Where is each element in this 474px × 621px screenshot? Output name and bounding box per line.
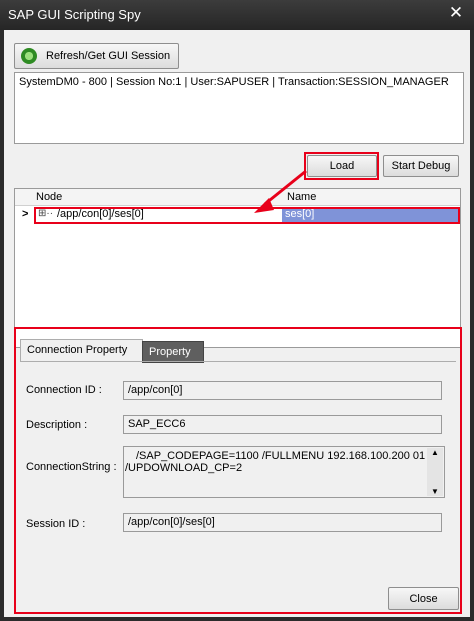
tab-connection-property[interactable]: Connection Property bbox=[20, 339, 143, 362]
session-id-field[interactable]: /app/con[0]/ses[0] bbox=[123, 513, 442, 532]
scroll-up-icon[interactable]: ▲ bbox=[431, 448, 439, 457]
connection-string-field[interactable]: /SAP_CODEPAGE=1100 /FULLMENU 192.168.100… bbox=[123, 446, 445, 498]
title-bar: SAP GUI Scripting Spy ✕ bbox=[0, 0, 474, 30]
connection-string-label: ConnectionString : bbox=[26, 461, 117, 473]
connection-id-label: Connection ID : bbox=[26, 384, 102, 396]
close-icon[interactable]: ✕ bbox=[448, 4, 464, 21]
tab-page: Connection ID : /app/con[0] Description … bbox=[20, 361, 456, 607]
connection-id-field[interactable]: /app/con[0] bbox=[123, 381, 442, 400]
close-button[interactable]: Close bbox=[388, 587, 459, 610]
session-id-label: Session ID : bbox=[26, 518, 86, 530]
tab-property[interactable]: Property bbox=[142, 341, 204, 363]
client-area: Refresh/Get GUI Session SystemDM0 - 800 … bbox=[4, 30, 470, 617]
vertical-scrollbar[interactable]: ▲ ▼ bbox=[427, 448, 443, 496]
window-title: SAP GUI Scripting Spy bbox=[8, 7, 141, 22]
app-window: SAP GUI Scripting Spy ✕ Refresh/Get GUI … bbox=[0, 0, 474, 621]
description-field[interactable]: SAP_ECC6 bbox=[123, 415, 442, 434]
scroll-down-icon[interactable]: ▼ bbox=[431, 487, 439, 496]
description-label: Description : bbox=[26, 419, 88, 431]
property-panel: Connection Property Property Connection … bbox=[14, 327, 462, 614]
